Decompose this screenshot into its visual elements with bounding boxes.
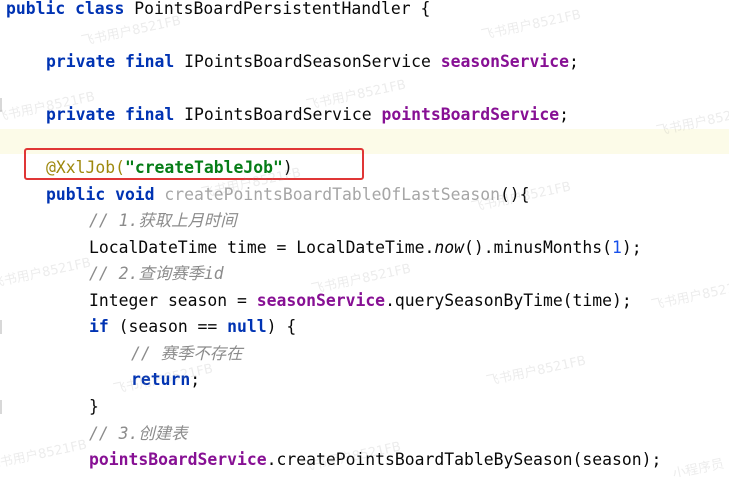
code-text: Integer season =: [89, 291, 257, 310]
code-line-if-null[interactable]: if (season == null) {: [89, 315, 296, 339]
watermark: 飞书用户8521FB: [649, 277, 729, 314]
watermark: 飞书用户8521FB: [0, 255, 93, 292]
method-paren: (){: [499, 185, 530, 204]
number-literal: 1: [612, 238, 622, 257]
code-line-return[interactable]: return;: [131, 368, 200, 392]
code-text: .querySeasonByTime(time);: [385, 291, 632, 310]
field-name: seasonService: [256, 291, 386, 310]
type-name: IPointsBoardSeasonService: [184, 52, 441, 71]
gutter-marker: [0, 98, 2, 112]
code-line-comment-1[interactable]: // 1.获取上月时间: [89, 209, 237, 233]
keyword: if: [89, 317, 119, 336]
annotation-highlight-box: [24, 148, 364, 180]
field-name: pointsBoardService: [89, 450, 267, 469]
keyword: public class: [6, 0, 135, 18]
keyword: public void: [46, 185, 165, 204]
semicolon: ;: [569, 52, 579, 71]
type-name: IPointsBoardService: [184, 105, 382, 124]
code-line-comment-3[interactable]: // 3.创建表: [89, 422, 188, 446]
code-line-class-decl[interactable]: public class PointsBoardPersistentHandle…: [6, 0, 430, 21]
keyword: private final: [46, 105, 185, 124]
gutter-marker: [0, 400, 2, 414]
code-line-season-service-field[interactable]: private final IPointsBoardSeasonService …: [46, 50, 579, 74]
static-method-call: now: [434, 238, 464, 257]
code-text: LocalDateTime time = LocalDateTime.: [89, 238, 435, 257]
code-line-create-table[interactable]: pointsBoardService.createPointsBoardTabl…: [89, 448, 661, 472]
watermark: 小程序员: [671, 456, 726, 477]
field-name: seasonService: [440, 52, 570, 71]
code-text: ) {: [266, 317, 297, 336]
watermark: 飞书用户8521FB: [484, 353, 588, 390]
semicolon: ;: [559, 105, 570, 124]
keyword: private final: [46, 52, 185, 71]
field-name: pointsBoardService: [381, 105, 560, 124]
code-line-comment-season-missing[interactable]: // 赛季不存在: [131, 342, 243, 366]
code-line-close-brace[interactable]: }: [89, 395, 99, 419]
code-text: .createPointsBoardTableBySeason(season);: [266, 450, 662, 469]
watermark: 飞书用户8521FB: [0, 437, 89, 474]
code-text: ().minusMonths(: [464, 238, 613, 257]
code-text: (season ==: [118, 317, 228, 336]
code-line-query-season[interactable]: Integer season = seasonService.querySeas…: [89, 289, 632, 313]
semicolon: ;: [190, 370, 201, 389]
code-line-method-decl[interactable]: public void createPointsBoardTableOfLast…: [46, 183, 530, 207]
keyword: return: [131, 370, 191, 389]
watermark: 飞书用户8521FB: [479, 7, 583, 44]
method-name: createPointsBoardTableOfLastSeason: [164, 185, 500, 204]
class-name: PointsBoardPersistentHandler {: [134, 0, 431, 18]
code-line-points-board-service-field[interactable]: private final IPointsBoardService points…: [46, 103, 569, 127]
gutter-marker: [0, 320, 2, 334]
code-editor[interactable]: public class PointsBoardPersistentHandle…: [0, 0, 729, 477]
keyword: null: [227, 317, 267, 336]
code-line-comment-2[interactable]: // 2.查询赛季id: [89, 262, 224, 286]
code-text: );: [621, 238, 642, 257]
code-line-local-date-time[interactable]: LocalDateTime time = LocalDateTime.now()…: [89, 236, 642, 260]
